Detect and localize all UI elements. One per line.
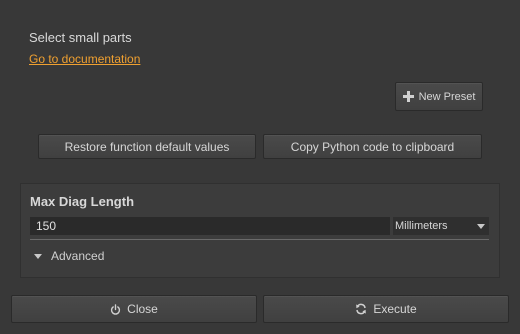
advanced-toggle[interactable]: Advanced <box>34 249 104 263</box>
new-preset-label: New Preset <box>418 90 476 103</box>
chevron-down-icon <box>477 224 485 229</box>
plus-icon <box>402 91 414 102</box>
unit-select[interactable]: Millimeters <box>392 217 489 235</box>
unit-select-value: Millimeters <box>395 220 448 232</box>
restore-defaults-button[interactable]: Restore function default values <box>38 134 256 159</box>
close-button[interactable]: Close <box>11 295 257 323</box>
dialog-title: Select small parts <box>29 30 132 45</box>
copy-python-button[interactable]: Copy Python code to clipboard <box>263 134 482 159</box>
documentation-link[interactable]: Go to documentation <box>29 52 140 66</box>
refresh-icon <box>356 303 367 315</box>
advanced-label: Advanced <box>51 249 105 263</box>
power-icon <box>111 303 121 315</box>
triangle-down-icon <box>34 253 42 259</box>
close-label: Close <box>127 302 158 316</box>
copy-python-label: Copy Python code to clipboard <box>290 139 455 154</box>
max-diag-length-label: Max Diag Length <box>30 194 135 209</box>
divider <box>30 239 489 240</box>
execute-button[interactable]: Execute <box>263 295 509 323</box>
new-preset-button[interactable]: New Preset <box>395 82 483 111</box>
restore-defaults-label: Restore function default values <box>64 139 230 154</box>
execute-label: Execute <box>373 302 417 316</box>
max-diag-length-input[interactable] <box>30 217 390 235</box>
